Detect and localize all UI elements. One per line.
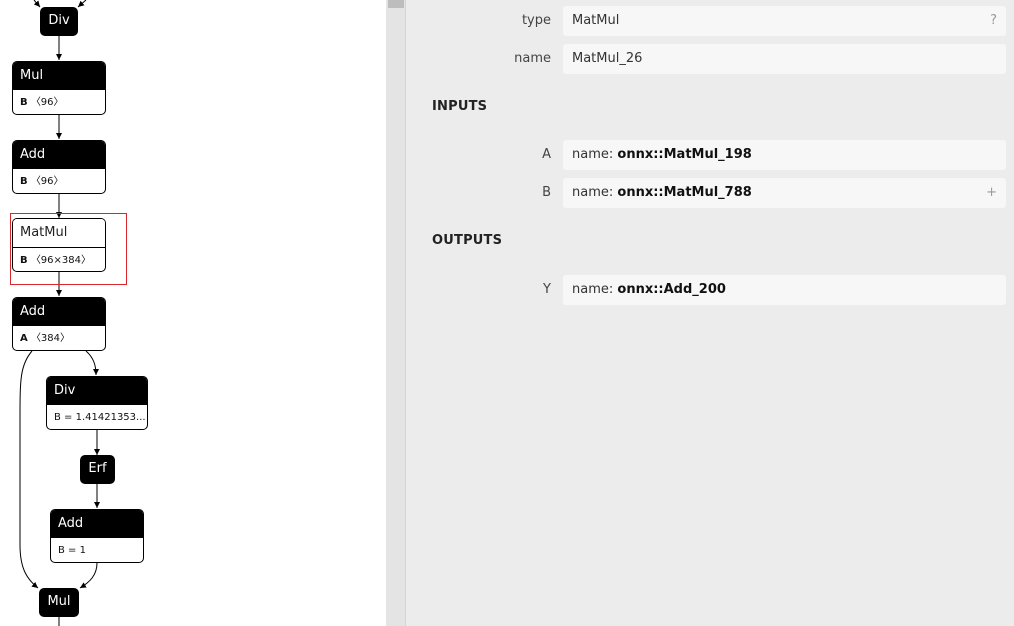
name-value: MatMul_26 [572,51,643,66]
name-label: name [514,51,551,66]
edge-add-mul [79,562,98,589]
input-prefix: name: [572,147,618,162]
type-label: type [521,13,551,28]
node-title: Add [13,141,105,169]
node-add-2[interactable]: Add A 〈384〉 [12,297,106,351]
node-add[interactable]: Add B 〈96〉 [12,140,106,194]
edge-in-left [33,0,41,8]
input-b-field[interactable]: name: onnx::MatMul_788 + [563,178,1006,208]
input-b-label: B [542,185,551,200]
outputs-section-title: OUTPUTS [432,233,503,248]
name-field[interactable]: MatMul_26 [563,44,1006,74]
scrollbar-thumb[interactable] [388,0,404,8]
node-attribute: A 〈384〉 [20,333,71,344]
node-mul-bottom[interactable]: Mul [39,588,79,617]
node-title: Div [47,377,147,405]
output-y-field[interactable]: name: onnx::Add_200 [563,275,1006,305]
node-div-top[interactable]: Div [40,7,78,36]
node-matmul-selected[interactable]: MatMul B 〈96×384〉 [12,218,106,272]
node-add-3[interactable]: Add B = 1 [50,509,144,563]
node-attribute: B 〈96〉 [20,97,64,108]
output-y-value: onnx::Add_200 [617,282,726,297]
input-a-value: onnx::MatMul_198 [617,147,752,162]
type-value: MatMul [572,13,620,28]
node-mul[interactable]: Mul B 〈96〉 [12,61,106,115]
node-attribute: B = 1.41421353... [54,412,146,423]
input-a-label: A [542,147,551,162]
input-a-field[interactable]: name: onnx::MatMul_198 [563,140,1006,170]
node-attribute: B = 1 [58,545,86,556]
node-attribute: B 〈96×384〉 [20,255,92,266]
edge-add-mul-skip [19,350,39,589]
expand-icon[interactable]: + [986,178,997,208]
input-prefix: name: [572,185,618,200]
node-title: MatMul [13,219,105,248]
edge-add-div [85,350,99,376]
properties-panel: type MatMul ? name MatMul_26 INPUTS A na… [386,0,1014,626]
node-div[interactable]: Div B = 1.41421353... [46,376,148,430]
output-prefix: name: [572,282,618,297]
inputs-section-title: INPUTS [432,99,488,114]
node-erf[interactable]: Erf [80,455,115,484]
output-y-label: Y [543,282,551,297]
panel-scrollbar[interactable] [386,0,406,626]
input-b-value: onnx::MatMul_788 [617,185,752,200]
node-title: Mul [13,62,105,90]
type-field[interactable]: MatMul ? [563,6,1006,36]
node-title: Add [13,298,105,326]
graph-canvas[interactable]: Div Mul B 〈96〉 Add B 〈96〉 MatMul B 〈96×3… [0,0,386,626]
node-attribute: B 〈96〉 [20,176,64,187]
edge-in-right [77,0,87,8]
node-title: Add [51,510,143,538]
help-icon[interactable]: ? [990,6,997,36]
